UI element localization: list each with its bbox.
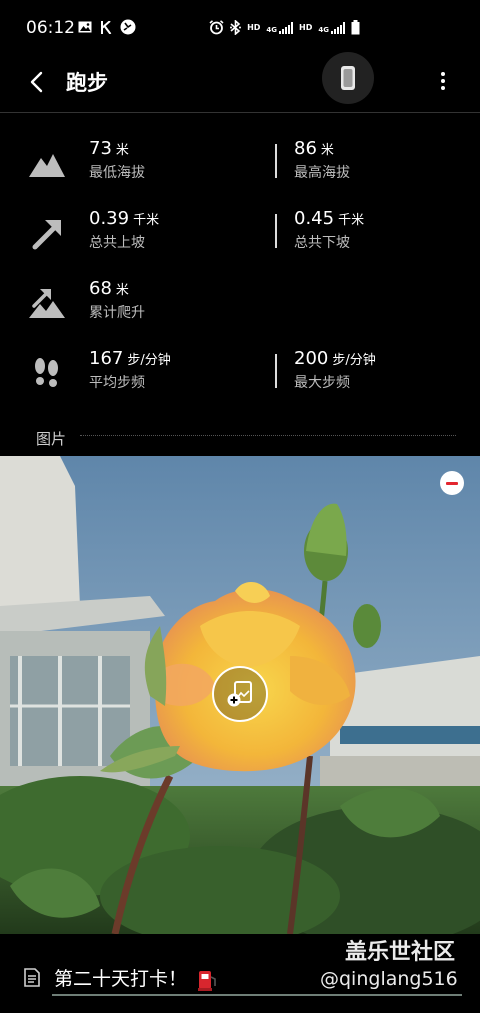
uphill-arrow-icon [32,220,61,250]
fuel-pump-emoji-icon [198,970,216,991]
stat-divider [275,214,277,248]
stat-label: 最大步频 [294,375,350,391]
status-right-icons: HD 4G HD 4G [209,20,360,35]
alarm-clock-app-icon [120,19,136,35]
remove-photo-button[interactable] [440,471,464,495]
stat-label: 累计爬升 [89,305,145,321]
watermark-username: @qinglang516 [320,968,458,990]
pictures-section-title: 图片 [36,430,67,448]
stat-row-slope: 0.39 千米 总共上坡 0.45 千米 总共下坡 [0,208,480,268]
memo-underline [52,994,462,996]
stat-min-altitude: 73 米 最低海拔 [89,138,145,182]
stat-label: 最低海拔 [89,165,145,181]
bluetooth-icon [230,20,242,35]
stat-value: 0.39 千米 [89,208,160,229]
section-divider [80,435,456,436]
stat-value: 68 米 [89,278,129,299]
watch-icon [341,66,355,90]
stat-divider [275,354,277,388]
watermark-community: 盖乐世社区 [345,940,456,965]
more-options-button[interactable] [432,66,454,96]
chevron-left-icon [30,71,43,93]
footprints-icon [35,358,58,387]
memo-bar: 第二十天打卡！ 盖乐世社区 @qinglang516 [0,934,480,1013]
stat-max-cadence: 200 步/分钟 最大步频 [294,348,376,392]
k-icon [101,20,112,34]
stat-row-cadence: 167 步/分钟 平均步频 200 步/分钟 最大步频 [0,348,480,408]
more-dot [441,72,445,76]
add-photo-icon [227,681,252,707]
edit-photo-button[interactable] [212,666,268,722]
back-button[interactable] [26,68,48,96]
stat-label: 总共下坡 [294,235,350,251]
stat-value: 167 步/分钟 [89,348,171,369]
status-time: 06:12 [26,18,75,38]
lte-signal-icon: 4G [318,21,345,34]
stat-cumulative-climb: 68 米 累计爬升 [89,278,145,322]
mountain-icon [29,154,65,177]
watch-device-button[interactable] [322,52,374,104]
stat-divider [275,144,277,178]
stat-value: 200 步/分钟 [294,348,376,369]
stat-value: 73 米 [89,138,129,159]
stat-label: 总共上坡 [89,235,145,251]
memo-icon [24,968,40,987]
more-dot [441,79,445,83]
stat-max-altitude: 86 米 最高海拔 [294,138,350,182]
battery-icon [351,20,360,35]
stat-row-altitude: 73 米 最低海拔 86 米 最高海拔 [0,138,480,198]
app-header: 跑步 [0,52,480,112]
alarm-icon [209,20,224,35]
memo-input[interactable]: 第二十天打卡！ [54,964,217,991]
stat-label: 平均步频 [89,375,145,391]
minus-icon [446,481,458,485]
gallery-icon [78,21,92,33]
stat-value: 0.45 千米 [294,208,365,229]
mountain-climb-icon [29,289,65,318]
stat-row-climb: 68 米 累计爬升 [0,278,480,338]
stat-total-downhill: 0.45 千米 总共下坡 [294,208,364,252]
hd-icon: HD [247,23,261,32]
stat-avg-cadence: 167 步/分钟 平均步频 [89,348,171,392]
stat-value: 86 米 [294,138,334,159]
more-dot [441,86,445,90]
stat-total-uphill: 0.39 千米 总共上坡 [89,208,159,252]
status-bar: 06:12 HD 4G HD 4G [0,0,480,56]
stat-label: 最高海拔 [294,165,350,181]
page-title: 跑步 [66,71,108,95]
lte-signal-icon: 4G [266,21,294,34]
status-left-icons [78,19,136,35]
header-divider [0,112,480,113]
hd-icon: HD [299,23,313,32]
